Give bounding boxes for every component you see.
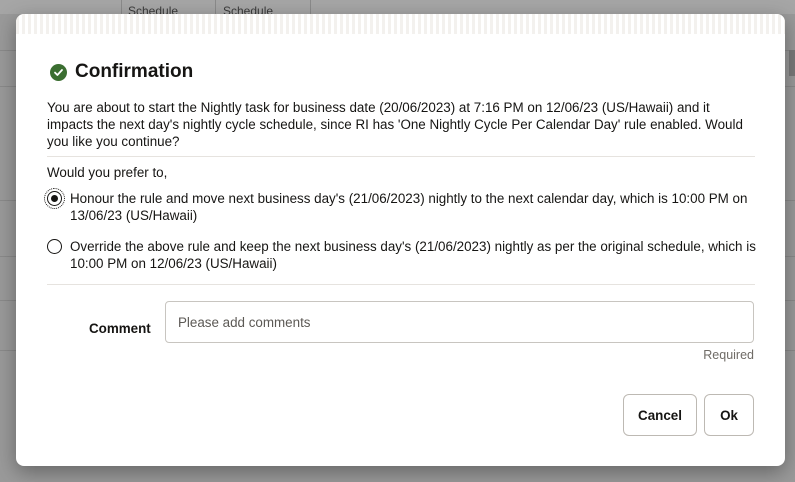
dialog-header: Confirmation bbox=[50, 61, 193, 83]
required-hint: Required bbox=[703, 348, 754, 362]
radio-option-override-rule[interactable]: Override the above rule and keep the nex… bbox=[47, 238, 757, 272]
column-divider bbox=[310, 0, 311, 14]
background-column-header: Schedule bbox=[128, 4, 179, 14]
ok-button[interactable]: Ok bbox=[704, 394, 754, 436]
dialog-top-strip bbox=[16, 14, 785, 34]
dialog-title: Confirmation bbox=[75, 61, 194, 82]
confirmation-dialog: Confirmation You are about to start the … bbox=[16, 14, 785, 466]
choice-prompt: Would you prefer to, bbox=[47, 165, 168, 180]
dialog-message: You are about to start the Nightly task … bbox=[47, 100, 743, 149]
background-table-header bbox=[0, 0, 795, 14]
divider bbox=[47, 156, 755, 157]
radio-option-honour-rule[interactable]: Honour the rule and move next business d… bbox=[44, 188, 757, 224]
column-divider bbox=[121, 0, 122, 14]
comment-label: Comment bbox=[89, 321, 151, 336]
radio-option-label[interactable]: Override the above rule and keep the nex… bbox=[70, 238, 757, 272]
cancel-button[interactable]: Cancel bbox=[623, 394, 697, 436]
radio-option-label[interactable]: Honour the rule and move next business d… bbox=[70, 190, 757, 224]
background-scrollbar bbox=[789, 50, 795, 76]
radio-button-selected[interactable] bbox=[44, 188, 65, 209]
divider bbox=[47, 284, 755, 285]
radio-dot bbox=[51, 195, 58, 202]
radio-button[interactable] bbox=[47, 239, 62, 254]
comment-input[interactable] bbox=[165, 301, 754, 343]
background-column-header: Schedule bbox=[223, 4, 274, 14]
column-divider bbox=[215, 0, 216, 14]
check-circle-icon bbox=[50, 63, 67, 81]
